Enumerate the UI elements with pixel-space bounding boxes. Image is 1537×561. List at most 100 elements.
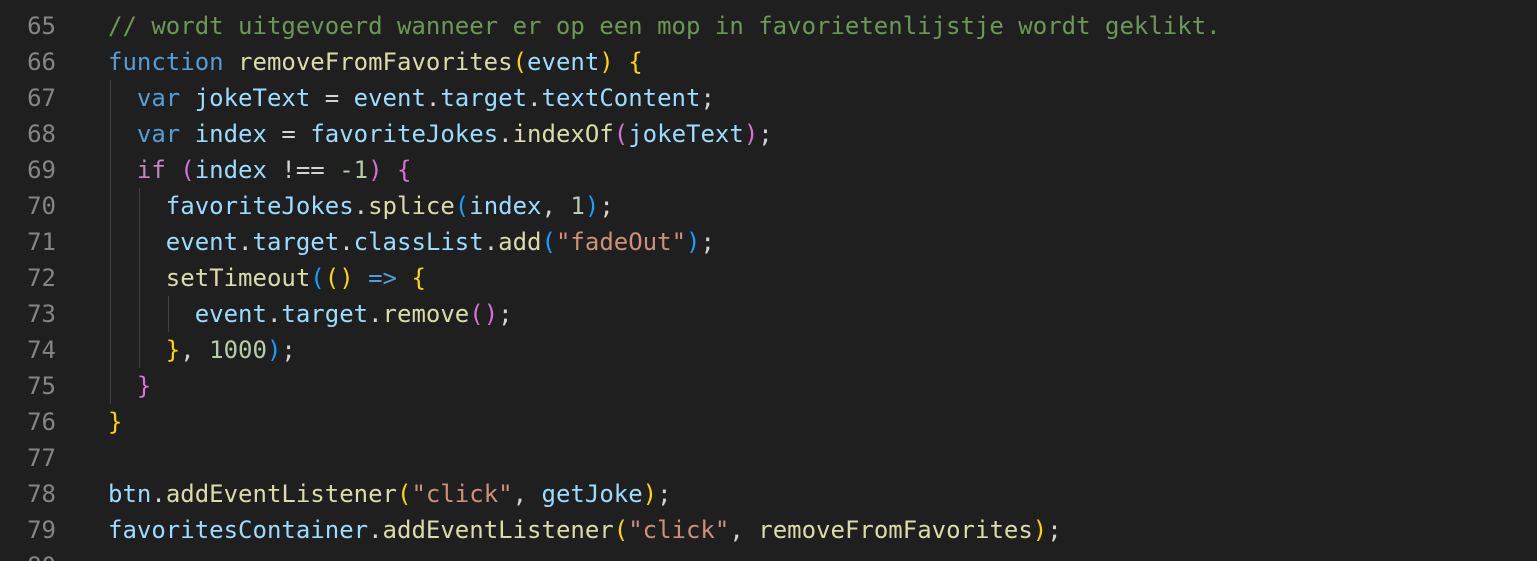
code-token: .	[527, 84, 542, 112]
line-number: 66	[27, 48, 56, 76]
code-line[interactable]: 67 var jokeText = event.target.textConten…	[0, 80, 1537, 116]
code-editor[interactable]: 65 // wordt uitgevoerd wanneer er op een …	[0, 0, 1537, 561]
code-text: favoriteJokes.splice(index, 1);	[166, 188, 614, 224]
code-token: (	[613, 516, 629, 544]
code-text: function removeFromFavorites(event) {	[108, 44, 643, 80]
code-line[interactable]: 70 favoriteJokes.splice(index, 1);	[0, 188, 1537, 224]
code-token: ;	[758, 120, 773, 148]
code-text: setTimeout(() => {	[166, 260, 426, 296]
code-token: var	[136, 84, 181, 112]
code-token: .	[483, 228, 499, 256]
code-line[interactable]: 78 btn.addEventListener("click", getJoke)…	[0, 476, 1537, 512]
code-token: )	[266, 336, 282, 364]
code-token: !==	[266, 156, 340, 184]
code-text: if (index !== -1) {	[137, 152, 412, 188]
code-token: index	[194, 120, 267, 148]
code-token: ,	[729, 516, 759, 544]
code-line[interactable]: 75}	[0, 368, 1537, 404]
code-text: btn.addEventListener("click", getJoke);	[108, 476, 672, 512]
code-text: }	[108, 404, 122, 440]
code-line[interactable]: 69 if (index !== -1) {	[0, 152, 1537, 188]
code-token: }	[136, 372, 152, 400]
code-token: target	[252, 228, 340, 256]
line-number: 73	[27, 300, 56, 328]
code-token: function	[108, 48, 224, 76]
code-line[interactable]: 80	[0, 548, 1537, 561]
code-token: ;	[657, 480, 672, 508]
code-line[interactable]: 68 var index = favoriteJokes.indexOf(joke…	[0, 116, 1537, 152]
code-token: =>	[368, 264, 398, 292]
code-token: {	[397, 156, 412, 184]
code-token: event	[194, 300, 267, 328]
code-line[interactable]: 66 function removeFromFavorites(event) {	[0, 44, 1537, 80]
line-number: 76	[27, 408, 56, 436]
code-line[interactable]: 71 event.target.classList.add("fadeOut");	[0, 224, 1537, 260]
code-token: "fadeOut"	[555, 228, 687, 256]
line-number: 71	[27, 228, 56, 256]
code-token: "click"	[628, 516, 730, 544]
code-line[interactable]: 79 favoritesContainer.addEventListener("c…	[0, 512, 1537, 548]
code-token: event	[165, 228, 239, 256]
code-token: (	[512, 48, 528, 76]
code-line[interactable]: 77	[0, 440, 1537, 476]
code-token: ()	[469, 300, 499, 328]
code-line[interactable]: 74}, 1000);	[0, 332, 1537, 368]
code-token: .	[339, 228, 354, 256]
line-number: 65	[27, 12, 56, 40]
code-token: ,	[180, 336, 210, 364]
code-token: index	[469, 192, 542, 220]
code-token: .	[238, 228, 253, 256]
code-token: addEventListener	[382, 516, 614, 544]
code-line[interactable]: 73 event.target.remove();	[0, 296, 1537, 332]
code-token: textContent	[541, 84, 701, 112]
code-token: btn	[108, 480, 152, 508]
code-token: {	[411, 264, 426, 292]
code-token: -1	[339, 156, 369, 184]
code-token: setTimeout	[165, 264, 311, 292]
code-token: // wordt uitgevoerd wanneer er op een mo…	[108, 12, 1221, 40]
code-token: =	[310, 84, 354, 112]
code-text: favoritesContainer.addEventListener("cli…	[108, 512, 1062, 548]
code-token: event	[353, 84, 426, 112]
code-token: )	[584, 192, 600, 220]
code-token: event	[527, 48, 600, 76]
code-token: (	[541, 228, 556, 256]
code-token: removeFromFavorites	[238, 48, 513, 76]
code-token: getJoke	[541, 480, 643, 508]
code-text: // wordt uitgevoerd wanneer er op een mo…	[108, 8, 1221, 44]
code-token: favoritesContainer	[108, 516, 369, 544]
code-token: )	[642, 480, 658, 508]
code-line[interactable]: 72 setTimeout(() => {	[0, 260, 1537, 296]
code-token: }	[108, 408, 123, 436]
line-number: 72	[27, 264, 56, 292]
code-token: .	[266, 300, 282, 328]
code-token: .	[425, 84, 441, 112]
code-token: target	[440, 84, 528, 112]
code-line[interactable]: 65 // wordt uitgevoerd wanneer er op een …	[0, 8, 1537, 44]
code-token: {	[628, 48, 643, 76]
code-line[interactable]: 76}	[0, 404, 1537, 440]
code-token: ;	[281, 336, 296, 364]
code-token: ;	[1047, 516, 1062, 544]
code-token: )	[743, 120, 759, 148]
code-token: var	[136, 120, 181, 148]
line-number: 79	[27, 516, 56, 544]
code-token: favoriteJokes	[310, 120, 499, 148]
code-text: }, 1000);	[166, 332, 296, 368]
line-number: 77	[27, 444, 56, 472]
code-token: classList	[353, 228, 484, 256]
code-token: add	[498, 228, 542, 256]
code-token: favoriteJokes	[165, 192, 354, 220]
code-token: "click"	[411, 480, 513, 508]
code-text: var index = favoriteJokes.indexOf(jokeTe…	[137, 116, 773, 152]
code-token: 1000	[209, 336, 267, 364]
code-token: ()	[324, 264, 354, 292]
code-token: removeFromFavorites	[758, 516, 1033, 544]
code-text: event.target.classList.add("fadeOut");	[166, 224, 715, 260]
code-token: ,	[512, 480, 542, 508]
code-token: (	[454, 192, 470, 220]
